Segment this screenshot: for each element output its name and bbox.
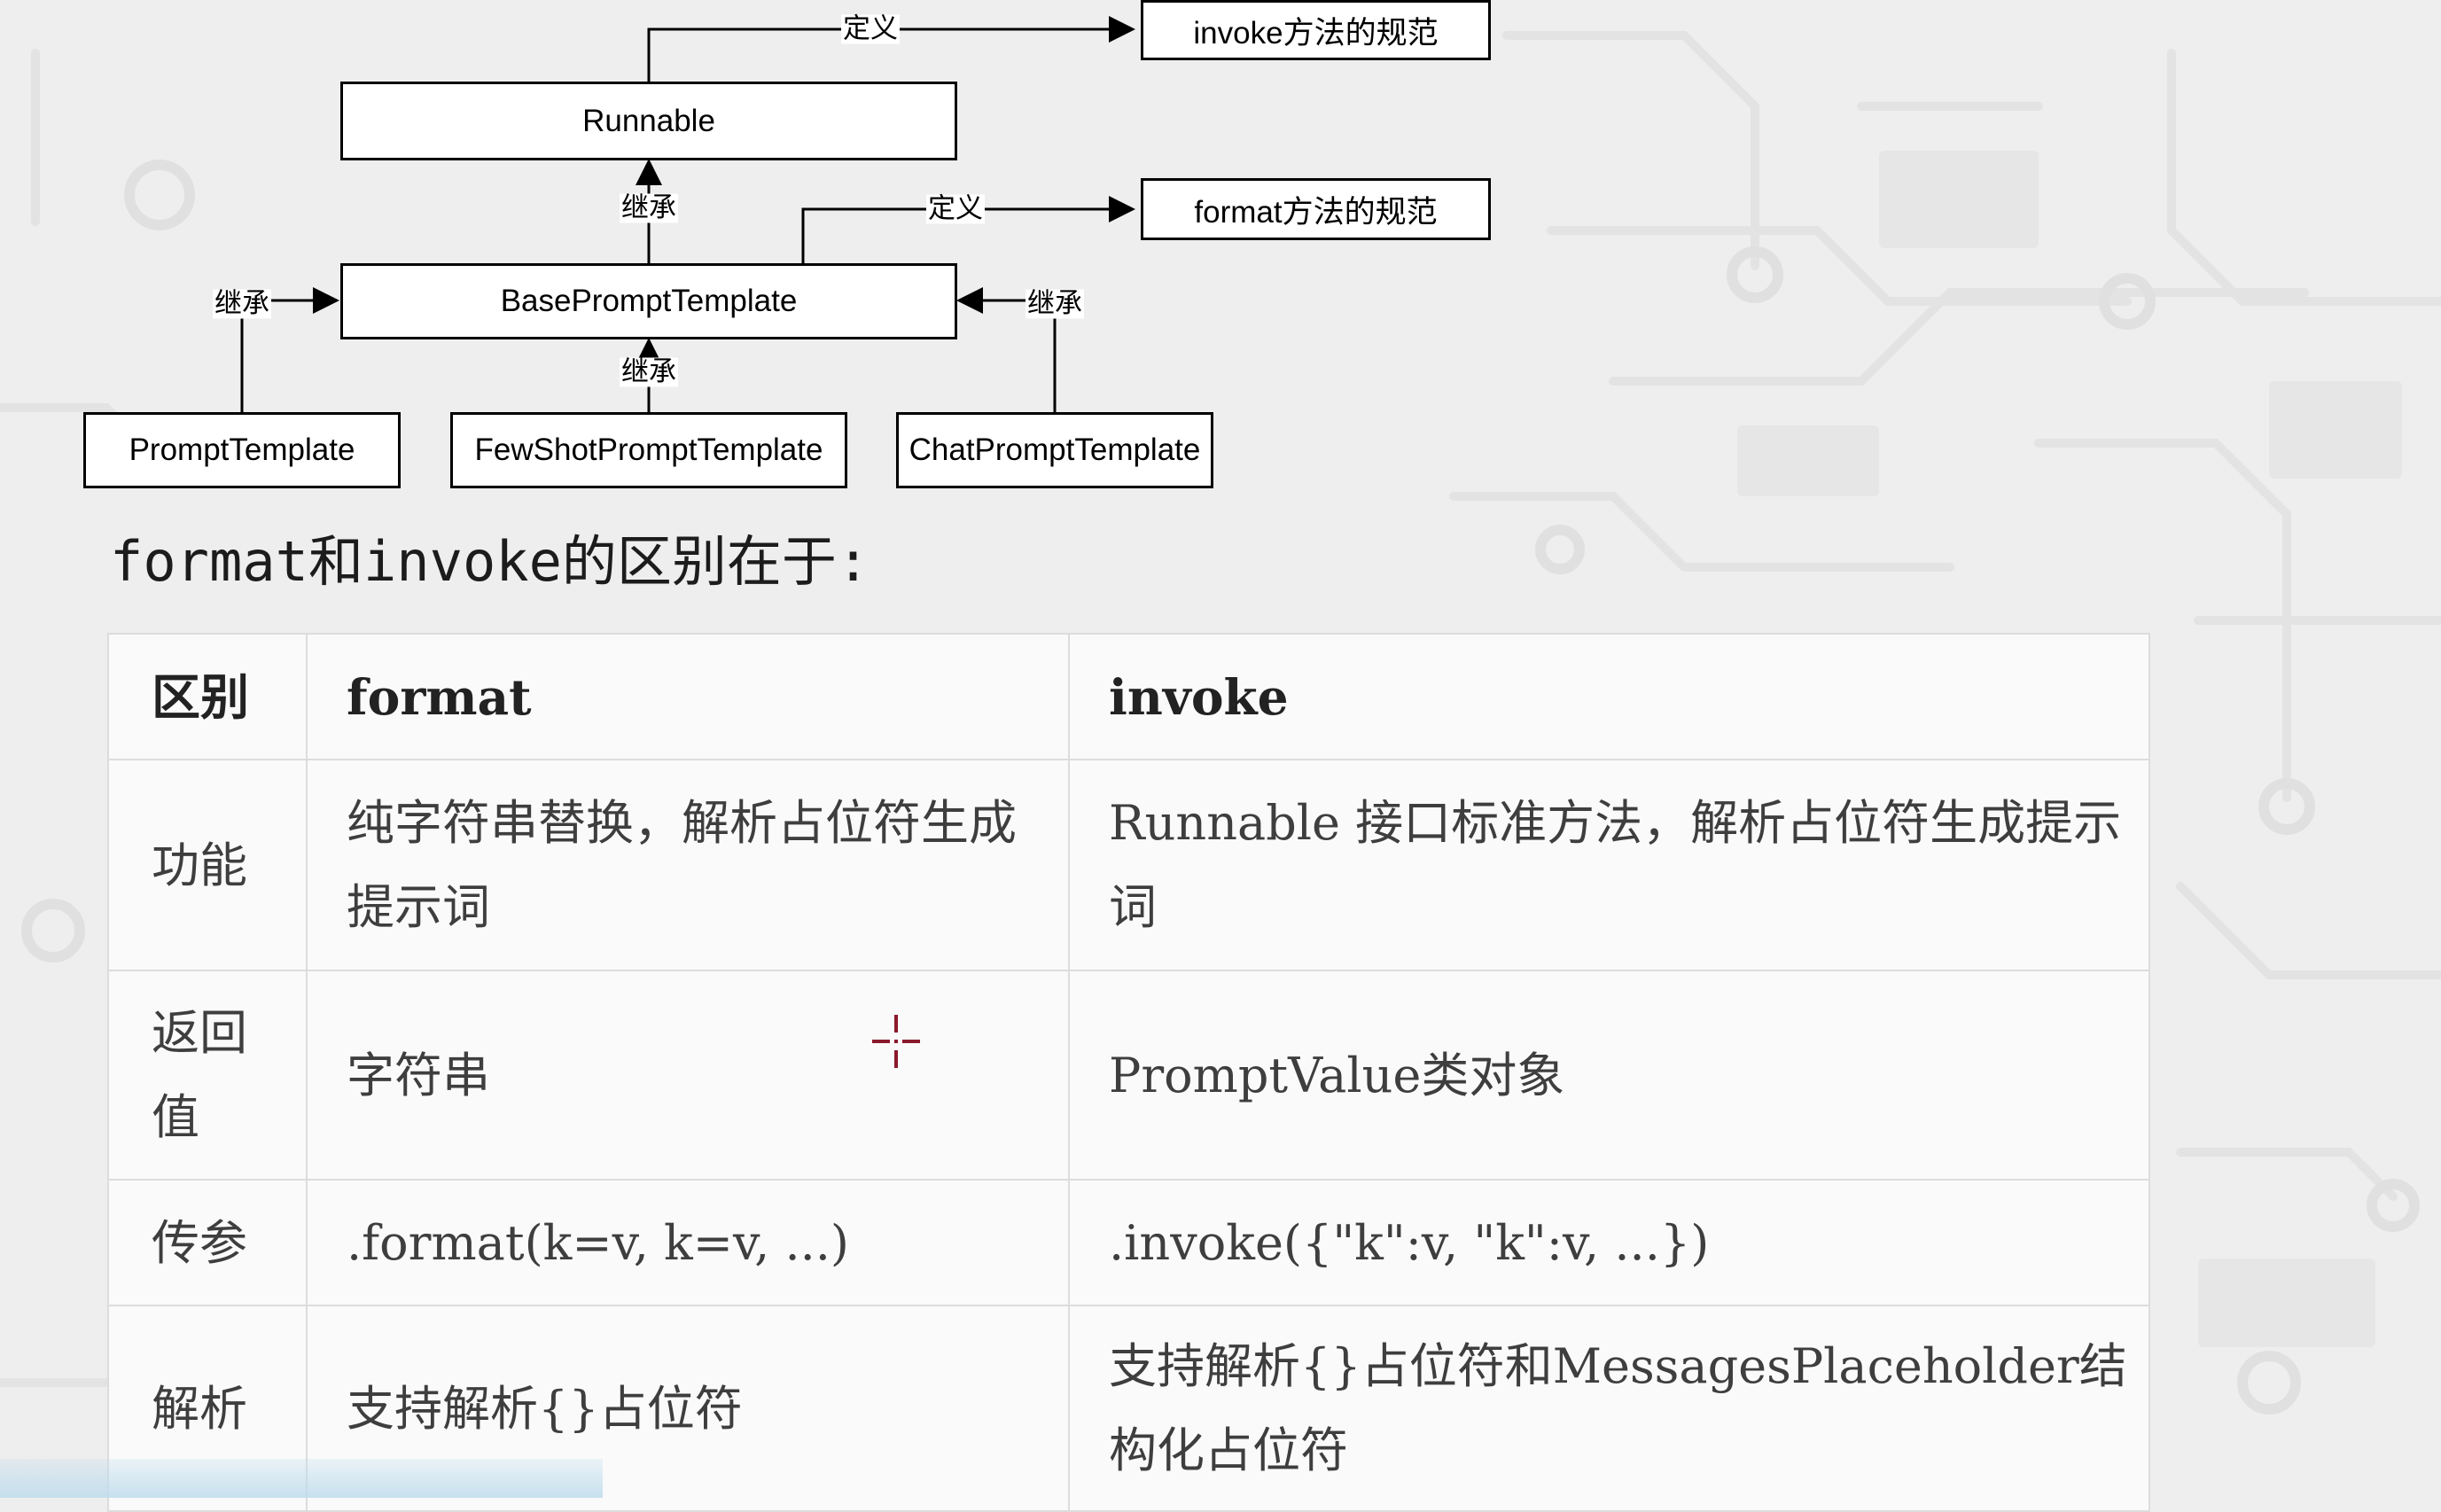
- format-cell: .format(k=v, k=v, ...): [306, 1179, 1070, 1306]
- row-label: 功能: [107, 759, 308, 971]
- edge-label-inherit-middle: 继承: [620, 355, 678, 388]
- crosshair-cursor-icon: [872, 1015, 920, 1068]
- chat-prompt-template-node: ChatPromptTemplate: [896, 412, 1213, 488]
- edge-label-define-format: 定义: [926, 192, 985, 225]
- edge-label-inherit-right: 继承: [1026, 287, 1084, 320]
- header-invoke: invoke: [1068, 633, 2150, 760]
- edge-label-inherit-left: 继承: [213, 287, 271, 320]
- table-row: 返回值 字符串 PromptValue类对象: [107, 970, 2150, 1181]
- bottom-glow-overlay: [0, 1459, 603, 1498]
- header-format: format: [306, 633, 1070, 760]
- section-heading: format和invoke的区别在于:: [110, 529, 870, 594]
- comparison-table: 区别 format invoke 功能 纯字符串替换，解析占位符生成提示词 Ru…: [107, 633, 2150, 1512]
- invoke-cell: PromptValue类对象: [1068, 970, 2150, 1181]
- invoke-cell: .invoke({"k":v, "k":v, ...}): [1068, 1179, 2150, 1306]
- table-header-row: 区别 format invoke: [107, 633, 2150, 760]
- edge-label-inherit-runnable: 继承: [620, 191, 678, 224]
- format-cell: 字符串: [306, 970, 1070, 1181]
- invoke-spec-node: invoke方法的规范: [1141, 0, 1491, 60]
- row-label: 返回值: [107, 970, 308, 1181]
- few-shot-prompt-template-node: FewShotPromptTemplate: [450, 412, 847, 488]
- runnable-node: Runnable: [340, 82, 957, 160]
- table-row: 功能 纯字符串替换，解析占位符生成提示词 Runnable 接口标准方法，解析占…: [107, 759, 2150, 971]
- header-diff: 区别: [107, 633, 308, 760]
- row-label: 传参: [107, 1179, 308, 1306]
- format-spec-node: format方法的规范: [1141, 178, 1491, 240]
- invoke-cell: 支持解析{}占位符和MessagesPlaceholder结构化占位符: [1068, 1305, 2150, 1512]
- format-cell: 纯字符串替换，解析占位符生成提示词: [306, 759, 1070, 971]
- table-row: 传参 .format(k=v, k=v, ...) .invoke({"k":v…: [107, 1179, 2150, 1306]
- edge-label-define-invoke: 定义: [841, 12, 900, 45]
- prompt-template-node: PromptTemplate: [83, 412, 401, 488]
- base-prompt-template-node: BasePromptTemplate: [340, 263, 957, 339]
- invoke-cell: Runnable 接口标准方法，解析占位符生成提示词: [1068, 759, 2150, 971]
